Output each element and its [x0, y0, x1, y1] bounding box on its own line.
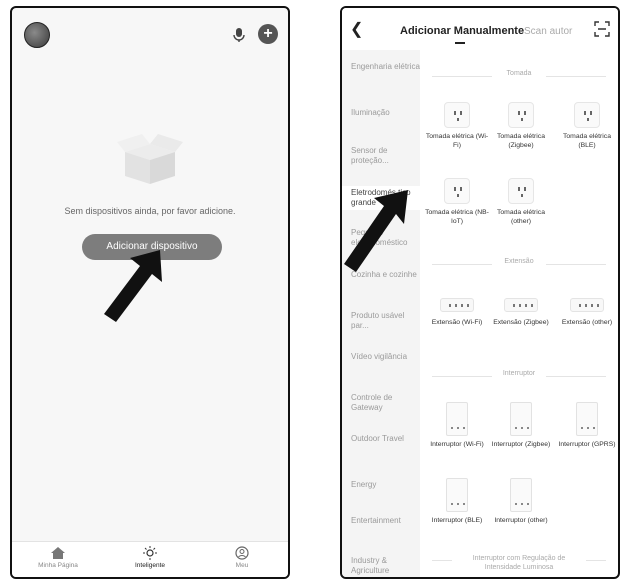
device-label: Tomada elétrica (NB-IoT) — [425, 209, 489, 225]
sidebar-item-sensor[interactable]: Sensor de proteção... — [342, 146, 420, 166]
sidebar-item-lighting[interactable]: Iluminação — [342, 108, 420, 118]
wall-switch-icon — [446, 478, 468, 512]
tab-home-label: Minha Página — [38, 562, 78, 569]
section-title-extensao: Extensão — [432, 258, 606, 270]
device-label: Interruptor (BLE) — [431, 517, 483, 524]
wall-switch-icon — [510, 478, 532, 512]
device-item[interactable]: Tomada elétrica (BLE) — [555, 102, 618, 150]
wall-switch-icon — [510, 402, 532, 436]
bottom-tab-bar: Minha Página Inteligente Meu — [12, 541, 288, 577]
tab-smart-label: Inteligente — [135, 562, 165, 569]
socket-icon — [508, 102, 534, 128]
profile-icon — [235, 546, 249, 560]
tab-add-manually[interactable]: Adicionar Manualmente — [400, 25, 524, 37]
section-title-tomada: Tomada — [432, 70, 606, 82]
sidebar-item-electrical[interactable]: Engenharia elétrica — [342, 62, 420, 72]
power-strip-icon — [504, 298, 538, 312]
socket-icon — [574, 102, 600, 128]
device-item[interactable]: Interruptor (BLE) — [425, 478, 489, 525]
device-item[interactable]: Interruptor (other) — [489, 478, 553, 525]
device-item[interactable]: Tomada elétrica (Zigbee) — [489, 102, 553, 150]
device-item[interactable]: Tomada elétrica (other) — [489, 178, 553, 226]
section-title-dimmer: Interruptor com Regulação de Intensidade… — [432, 554, 606, 576]
sidebar-item-video[interactable]: Vídeo vigilância — [342, 352, 420, 362]
empty-message: Sem dispositivos ainda, por favor adicio… — [64, 206, 236, 216]
device-label: Interruptor (Zigbee) — [491, 441, 551, 448]
section-title-interruptor: Interruptor — [432, 370, 606, 382]
device-item[interactable]: Interruptor (Wi-Fi) — [425, 402, 489, 449]
sidebar-item-entertainment[interactable]: Entertainment — [342, 516, 420, 526]
sidebar-item-industry[interactable]: Industry & Agriculture — [342, 556, 420, 576]
socket-icon — [444, 178, 470, 204]
power-strip-icon — [570, 298, 604, 312]
device-item[interactable]: Tomada elétrica (NB-IoT) — [425, 178, 489, 226]
tab-home[interactable]: Minha Página — [12, 542, 104, 577]
power-strip-icon — [440, 298, 474, 312]
sidebar-item-wearable[interactable]: Produto usável par... — [342, 311, 420, 331]
add-device-header: ❮ Adicionar Manualmente Scan autor — [342, 8, 618, 50]
add-device-screen: ❮ Adicionar Manualmente Scan autor Engen… — [340, 6, 620, 579]
microphone-icon[interactable] — [230, 26, 248, 44]
tab-smart[interactable]: Inteligente — [104, 542, 196, 577]
wall-switch-icon — [446, 402, 468, 436]
category-sidebar: Engenharia elétrica Iluminação Sensor de… — [342, 50, 420, 577]
tab-me[interactable]: Meu — [196, 542, 288, 577]
add-icon[interactable]: + — [258, 24, 278, 44]
device-label: Tomada elétrica (Wi-Fi) — [425, 133, 489, 149]
tab-auto-scan[interactable]: Scan autor — [524, 26, 572, 37]
socket-icon — [444, 102, 470, 128]
device-label: Tomada elétrica (BLE) — [563, 133, 611, 149]
scan-icon[interactable] — [594, 21, 610, 37]
device-list: Tomada Tomada elétrica (Wi-Fi) Tomada el… — [420, 50, 618, 577]
socket-icon — [508, 178, 534, 204]
device-item[interactable]: Interruptor (Zigbee) — [489, 402, 553, 449]
device-label: Interruptor (Wi-Fi) — [430, 441, 484, 448]
home-header: + — [12, 18, 288, 52]
device-label: Tomada elétrica (other) — [497, 209, 545, 225]
home-icon — [51, 547, 65, 559]
device-item[interactable]: Tomada elétrica (Wi-Fi) — [425, 102, 489, 150]
smart-icon — [143, 546, 157, 560]
sidebar-item-outdoor[interactable]: Outdoor Travel — [342, 434, 420, 444]
device-item[interactable]: Interruptor (GPRS) — [555, 402, 618, 449]
active-tab-indicator — [455, 42, 465, 44]
sidebar-item-energy[interactable]: Energy — [342, 480, 420, 490]
wall-switch-icon — [576, 402, 598, 436]
device-item[interactable]: Extensão (Zigbee) — [489, 292, 553, 327]
device-label: Interruptor (GPRS) — [558, 441, 616, 448]
pointer-arrow-icon — [104, 250, 162, 322]
device-label: Extensão (Wi-Fi) — [431, 319, 483, 326]
avatar[interactable] — [24, 22, 50, 48]
device-label: Interruptor (other) — [494, 517, 548, 524]
pointer-arrow-icon — [344, 190, 408, 272]
back-arrow-icon[interactable]: ❮ — [350, 22, 363, 38]
device-label: Tomada elétrica (Zigbee) — [497, 133, 545, 149]
device-label: Extensão (other) — [561, 319, 613, 326]
empty-box-icon — [117, 134, 183, 184]
sidebar-item-gateway[interactable]: Controle de Gateway — [342, 393, 420, 413]
tab-me-label: Meu — [235, 562, 249, 569]
device-label: Extensão (Zigbee) — [493, 319, 549, 326]
device-item[interactable]: Extensão (Wi-Fi) — [425, 292, 489, 327]
device-item[interactable]: Extensão (other) — [555, 292, 618, 327]
